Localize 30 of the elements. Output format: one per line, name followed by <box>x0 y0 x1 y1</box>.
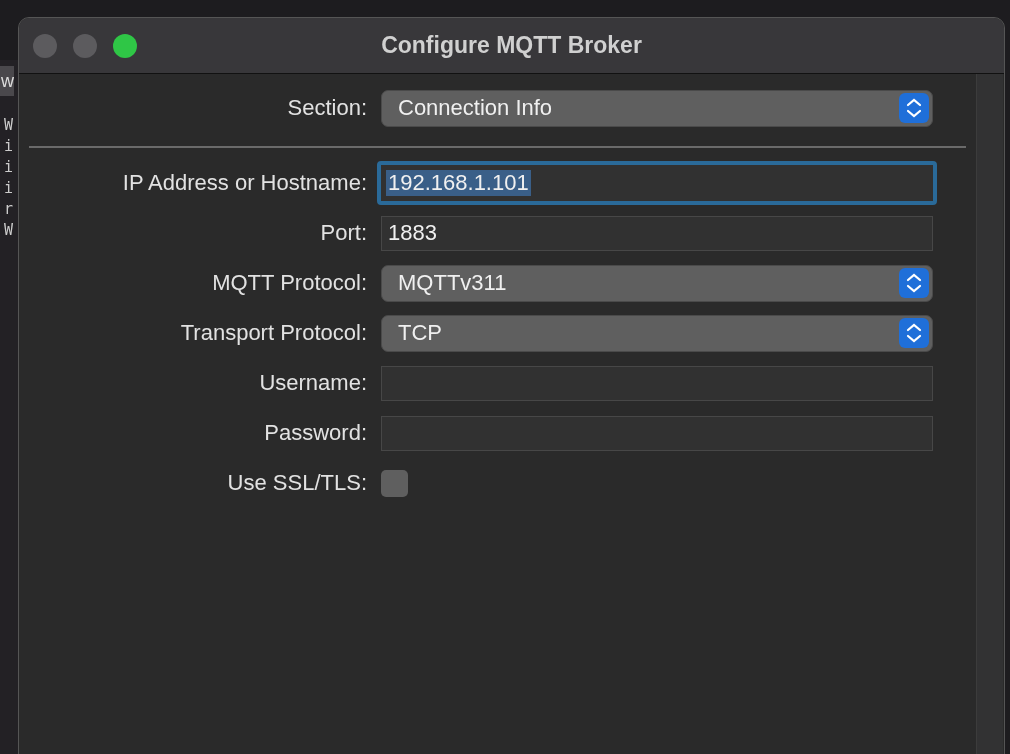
field-label: Use SSL/TLS: <box>226 470 368 496</box>
protocol-dropdown[interactable]: MQTTv311 <box>381 264 933 302</box>
checkbox[interactable] <box>381 469 408 497</box>
input-field[interactable] <box>381 365 933 401</box>
zoom-button[interactable] <box>113 33 137 58</box>
input-field[interactable]: 1883 <box>381 215 933 251</box>
log-line: i <box>3 157 14 178</box>
input-field[interactable] <box>381 415 933 451</box>
log-line: i <box>3 136 14 157</box>
protocol-dropdown[interactable]: TCP <box>381 314 933 352</box>
chevron-icon <box>899 93 929 123</box>
field-label: Transport Protocol: <box>179 320 368 346</box>
log-line: i <box>3 178 14 199</box>
minimize-button[interactable] <box>73 33 97 58</box>
field-label: MQTT Protocol: <box>211 270 368 296</box>
field-label: Username: <box>258 370 368 396</box>
close-button[interactable] <box>33 33 57 58</box>
log-line: W <box>3 115 14 136</box>
field-label: Section: <box>286 95 368 121</box>
log-line: r <box>3 199 14 220</box>
toolbar-button[interactable]: w <box>0 66 14 96</box>
field-label: Password: <box>263 420 368 446</box>
input-field[interactable]: 192.168.1.101 <box>377 161 937 205</box>
chevron-icon <box>899 318 929 348</box>
log-line: W <box>3 220 14 241</box>
field-label: IP Address or Hostname: <box>121 170 368 196</box>
field-label: Port: <box>319 220 368 246</box>
chevron-icon <box>899 268 929 298</box>
window-title: Configure MQTT Broker <box>381 32 642 59</box>
section-dropdown[interactable]: Connection Info <box>381 89 933 127</box>
